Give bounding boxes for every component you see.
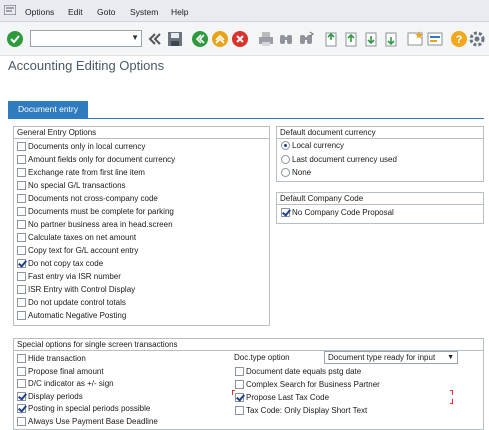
print-icon[interactable] [257, 30, 275, 48]
checkbox-hide-transaction[interactable] [17, 354, 26, 363]
checkbox-documents-not-cross-company-code[interactable] [17, 194, 26, 203]
exit-icon[interactable] [211, 30, 229, 48]
checkbox-label: Documents only in local currency [28, 142, 146, 151]
checkbox-document-date-equals-pstg-date[interactable] [235, 367, 244, 376]
checkbox-label: D/C indicator as +/- sign [28, 379, 114, 388]
checkbox-label: Posting in special periods possible [28, 404, 151, 413]
checkbox-documents-must-be-complete-for-parking[interactable] [17, 207, 26, 216]
checkbox-label: No partner business area in head.screen [28, 220, 173, 229]
checkbox-label: Propose final amount [28, 366, 104, 376]
checkbox-display-periods[interactable] [17, 391, 26, 401]
checkbox-label: Display periods [28, 391, 83, 401]
menu-options[interactable]: Options [25, 7, 54, 17]
checkbox-automatic-negative-posting[interactable] [17, 311, 26, 320]
checkbox-exchange-rate-from-first-line-item[interactable] [17, 168, 26, 177]
toolbar: ▼ ? [0, 22, 489, 56]
checkbox-no-partner-business-area-in-head-screen[interactable] [17, 220, 26, 229]
checkbox-label: Document date equals pstg date [246, 367, 362, 376]
checkbox-copy-text-for-g-l-account-entry[interactable] [17, 246, 26, 255]
tab-document-entry[interactable]: Document entry [8, 101, 88, 118]
next-page-icon[interactable] [362, 30, 380, 48]
group-title: Default Company Code [280, 194, 364, 203]
focus-corner-mark [450, 399, 453, 404]
settings-icon[interactable] [468, 30, 486, 48]
checkbox-amount-fields-only-for-document-currency[interactable] [17, 155, 26, 164]
checkbox-label: Documents must be complete for parking [28, 207, 174, 216]
checkbox-label: Automatic Negative Posting [28, 311, 127, 320]
checkbox-label: Fast entry via ISR number [28, 272, 121, 281]
checkbox-tax-code-only-display-short-text[interactable] [235, 406, 244, 415]
checkbox-do-not-update-control-totals[interactable] [17, 298, 26, 307]
menu-help[interactable]: Help [171, 7, 188, 17]
checkbox-posting-in-special-periods-possible[interactable] [17, 404, 26, 413]
radio-label: Local currency [292, 141, 345, 150]
focus-corner-mark [232, 390, 235, 395]
checkbox-calculate-taxes-on-net-amount[interactable] [17, 233, 26, 242]
customize-layout-icon[interactable] [426, 30, 444, 48]
checkbox-isr-entry-with-control-display[interactable] [17, 285, 26, 294]
svg-text:?: ? [456, 34, 463, 46]
command-field[interactable]: ▼ [30, 30, 142, 47]
checkbox-label: Do not copy tax code [28, 259, 104, 268]
radio-local-currency[interactable] [281, 141, 290, 150]
menu-edit[interactable]: Edit [68, 7, 83, 17]
checkbox-label: Do not update control totals [28, 298, 126, 307]
checkbox-label: No Company Code Proposal [292, 208, 394, 217]
enter-icon[interactable] [6, 30, 24, 48]
checkbox-label: Tax Code: Only Display Short Text [246, 406, 368, 415]
checkbox-label: Exchange rate from first line item [28, 168, 145, 177]
checkbox-label: Amount fields only for document currency [28, 155, 176, 164]
radio-label: None [292, 168, 312, 177]
app-menu-icon[interactable] [4, 5, 16, 15]
checkbox-label: Copy text for G/L account entry [28, 246, 139, 255]
checkbox-no-special-g-l-transactions[interactable] [17, 181, 26, 190]
menu-system[interactable]: System [130, 7, 158, 17]
chevron-down-icon: ▼ [447, 354, 454, 361]
checkbox-propose-last-tax-code[interactable] [235, 393, 244, 402]
group-title: Default document currency [280, 128, 376, 137]
first-page-icon[interactable] [322, 30, 340, 48]
last-page-icon[interactable] [382, 30, 400, 48]
help-icon[interactable]: ? [450, 30, 468, 48]
checkbox-d-c-indicator-as-sign[interactable] [17, 379, 26, 388]
menu-goto[interactable]: Goto [97, 7, 115, 17]
back-double-icon[interactable] [146, 30, 164, 48]
checkbox-label: Documents not cross-company code [28, 194, 158, 203]
back-icon[interactable] [191, 30, 209, 48]
checkbox-complex-search-for-business-partner[interactable] [235, 380, 244, 389]
checkbox-documents-only-in-local-currency[interactable] [17, 142, 26, 151]
radio-label: Last document currency used [292, 155, 397, 164]
create-shortcut-icon[interactable] [406, 30, 424, 48]
checkbox-label: ISR Entry with Control Display [28, 285, 136, 294]
radio-last-currency[interactable] [281, 155, 290, 164]
checkbox-do-not-copy-tax-code[interactable] [17, 259, 26, 268]
radio-none[interactable] [281, 168, 290, 177]
group-title: General Entry Options [17, 128, 97, 137]
checkbox-label: Hide transaction [28, 354, 86, 363]
focus-corner-mark [450, 390, 453, 395]
checkbox-label: Calculate taxes on net amount [28, 233, 137, 242]
checkbox-no-company-code-proposal[interactable] [281, 208, 290, 217]
page-title: Accounting Editing Options [8, 58, 165, 73]
chevron-down-icon[interactable]: ▼ [131, 33, 139, 42]
menu-bar: Options Edit Goto System Help [0, 0, 489, 22]
doctype-option-label: Doc.type option [234, 353, 290, 362]
prev-page-icon[interactable] [342, 30, 360, 48]
checkbox-label: Always Use Payment Base Deadline [28, 416, 158, 426]
find-icon[interactable] [277, 30, 295, 48]
checkbox-label: Complex Search for Business Partner [246, 380, 380, 389]
checkbox-label: No special G/L transactions [28, 181, 126, 190]
doctype-option-select[interactable]: Document type ready for input ▼ [324, 351, 458, 364]
checkbox-propose-final-amount[interactable] [17, 366, 26, 376]
doctype-option-value: Document type ready for input [328, 353, 436, 362]
cancel-icon[interactable] [231, 30, 249, 48]
find-next-icon[interactable] [297, 30, 315, 48]
checkbox-label: Propose Last Tax Code [246, 393, 330, 402]
save-icon[interactable] [166, 30, 184, 48]
checkbox-fast-entry-via-isr-number[interactable] [17, 272, 26, 281]
group-title: Special options for single screen transa… [17, 340, 178, 349]
checkbox-always-use-payment-base-deadline[interactable] [17, 416, 26, 426]
tab-strip-line [8, 118, 484, 119]
